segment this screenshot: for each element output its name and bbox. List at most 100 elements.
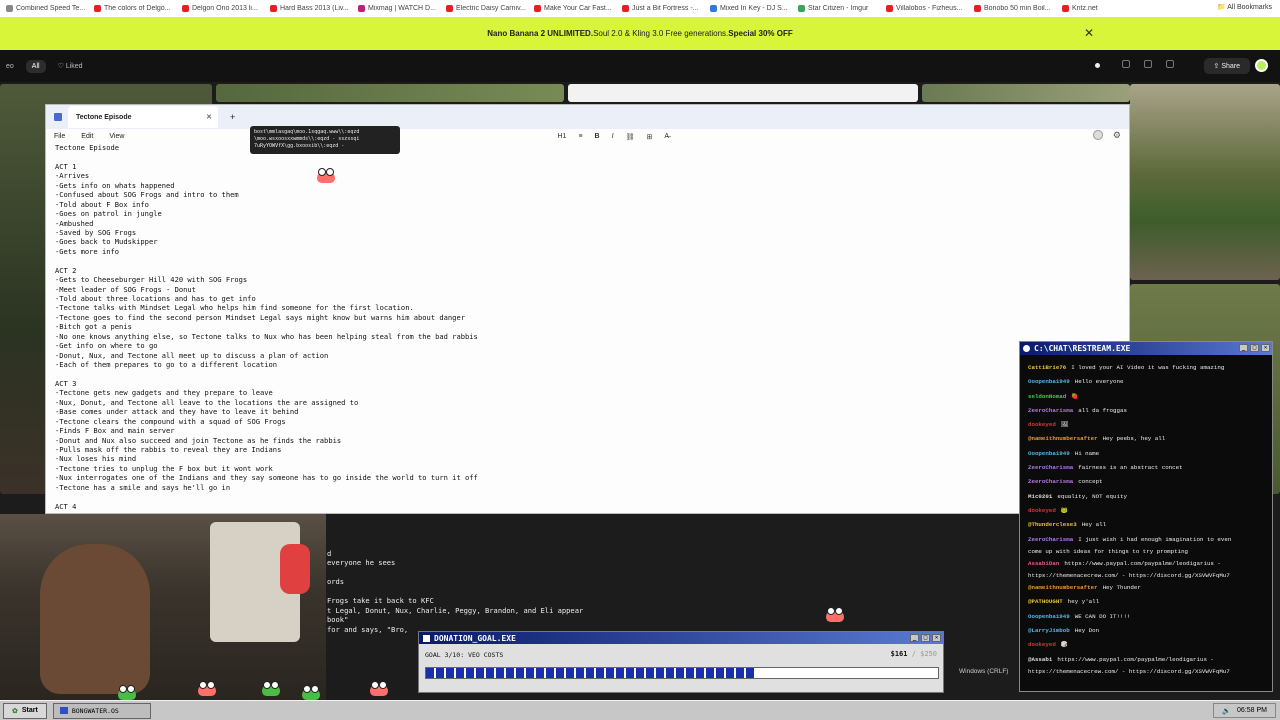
bookmark-item[interactable]: Make Your Car Fast...	[528, 5, 616, 12]
document-line: -Donut, Nux, and Tectone all meet up to …	[55, 350, 329, 360]
restream-icon	[1023, 345, 1030, 352]
heading-button[interactable]: H1	[558, 133, 567, 141]
chat-username[interactable]: AssabiDan	[1028, 560, 1059, 567]
document-line: -Ambushed	[55, 218, 94, 228]
bookmark-label: Electric Daisy Carniv...	[456, 5, 526, 12]
frog-sticker	[302, 685, 320, 700]
taskbar-item-label: BONGWATER.OS	[71, 706, 119, 715]
maximize-button[interactable]: □	[1250, 344, 1259, 352]
chat-username[interactable]: @nameithnumbersafter	[1028, 435, 1098, 442]
italic-icon[interactable]: I	[612, 133, 614, 141]
slider-knob[interactable]	[1095, 63, 1100, 68]
gallery-image[interactable]	[568, 84, 918, 102]
filter-liked[interactable]: ♡ Liked	[52, 59, 89, 73]
document-line: -No one knows anything else, so Tectone …	[55, 331, 478, 341]
goal-amount: $161 / $250	[891, 650, 937, 658]
bookmark-item[interactable]: Mixmag | WATCH D...	[352, 5, 440, 12]
bookmark-item[interactable]: Bonobo 50 min Boil...	[968, 5, 1056, 12]
clear-format-icon[interactable]: A̶	[664, 133, 669, 141]
grid-icon[interactable]	[1122, 60, 1130, 68]
chat-text: Hello everyone	[1074, 378, 1124, 386]
maximize-button[interactable]: □	[921, 634, 930, 642]
chat-title: C:\CHAT\RESTREAM.EXE	[1034, 344, 1131, 353]
avatar[interactable]	[1255, 59, 1268, 72]
list-icon[interactable]: ≡	[578, 133, 582, 141]
chat-username[interactable]: seldonNomad	[1028, 393, 1066, 400]
gallery-image[interactable]	[922, 84, 1130, 102]
close-icon[interactable]: ✕	[1084, 26, 1094, 40]
bookmark-item[interactable]: Star Citizen - Imgur	[792, 5, 880, 12]
minimize-button[interactable]: _	[910, 634, 919, 642]
minimize-button[interactable]: _	[1239, 344, 1248, 352]
chat-username[interactable]: Ooopenba1949	[1028, 613, 1070, 620]
taskbar-item-bongwater[interactable]: BONGWATER.OS	[52, 702, 151, 719]
document-line: Tectone Episode	[55, 143, 120, 152]
chat-username[interactable]: ZeeroCharisma	[1028, 478, 1073, 485]
table-icon[interactable]: ⊞	[646, 133, 652, 141]
chat-username[interactable]: @Thunderclese3	[1028, 521, 1077, 528]
chat-username[interactable]: @PATHOUGHT	[1028, 598, 1063, 605]
chat-messages[interactable]: CattiBrie76 I loved your AI Video it was …	[1020, 355, 1272, 683]
close-tab-icon[interactable]: ✕	[206, 113, 212, 121]
chat-username[interactable]: Ooopenba1949	[1028, 378, 1070, 385]
bookmark-item[interactable]: Villalobos - Fizheus...	[880, 5, 968, 12]
filter-all[interactable]: All	[25, 59, 46, 73]
new-tab-icon[interactable]: +	[230, 112, 235, 122]
bookmark-item[interactable]: Hard Bass 2013 (Liv...	[264, 5, 352, 12]
chat-text: I loved your AI Video it was fucking ama…	[1071, 364, 1225, 371]
bookmark-item[interactable]: Electric Daisy Carniv...	[440, 5, 528, 12]
bookmark-item[interactable]: Kritz.net	[1056, 5, 1144, 12]
menu-edit[interactable]: Edit	[81, 133, 93, 140]
bookmark-item[interactable]: The colors of Delgo...	[88, 5, 176, 12]
chat-text: 🐸	[1060, 506, 1069, 514]
chat-username[interactable]: @nameithnumbersafter	[1028, 584, 1098, 591]
document-text[interactable]: Tectone Episode ACT 1 -Arrives -Gets info o…	[55, 143, 478, 511]
chat-message: dookeyed 🎲	[1028, 638, 1264, 652]
document-line: -Nux interrogates one of the Indians and…	[55, 473, 478, 483]
chat-username[interactable]: ZeeroCharisma	[1028, 536, 1073, 543]
filter-video[interactable]: eo	[0, 60, 20, 73]
menu-view[interactable]: View	[109, 133, 124, 140]
bookmark-item[interactable]: Combined Speed Te...	[0, 5, 88, 12]
profile-icon[interactable]	[1093, 130, 1103, 140]
document-line: ACT 3	[55, 378, 77, 388]
chat-text: Hi name	[1074, 449, 1100, 457]
share-button[interactable]: ⇪ Share	[1203, 58, 1250, 74]
all-bookmarks-button[interactable]: 📁 All Bookmarks	[1210, 3, 1272, 11]
speaker-icon[interactable]: 🔊	[1222, 707, 1231, 715]
layout-icon[interactable]	[1144, 60, 1152, 68]
chat-username[interactable]: @Assabi	[1028, 656, 1052, 663]
bookmark-favicon	[182, 5, 189, 12]
chat-username[interactable]: dookeyed	[1028, 421, 1056, 428]
webcam-feed	[0, 514, 326, 700]
tooltip-line: \moo.wsxoosxxwmmds\\:eqzd - sszxsqi	[254, 136, 360, 142]
gear-icon[interactable]: ⚙	[1113, 130, 1121, 141]
menu-file[interactable]: File	[54, 133, 65, 140]
link-icon[interactable]: ⛓	[626, 133, 635, 141]
view-icon[interactable]	[1166, 60, 1174, 68]
chat-username[interactable]: ZeeroCharisma	[1028, 464, 1073, 471]
chat-username[interactable]: dookeyed	[1028, 507, 1056, 514]
bookmark-item[interactable]: Mixed In Key - DJ S...	[704, 5, 792, 12]
chat-text-continued: come up with ideas for things to try pro…	[1028, 547, 1189, 555]
gallery-image[interactable]	[216, 84, 564, 102]
document-line: everyone he sees	[327, 558, 396, 568]
filter-liked-label: Liked	[65, 63, 83, 70]
chat-username[interactable]: ZeeroCharisma	[1028, 407, 1073, 414]
start-button[interactable]: ✿ Start	[3, 702, 47, 719]
document-line: -Tectone gets new gadgets and they prepa…	[55, 388, 273, 398]
chat-username[interactable]: dookeyed	[1028, 641, 1056, 648]
chat-message: Ooopenba1949 Hello everyone	[1028, 375, 1264, 389]
bookmark-item[interactable]: Delgon Ono 2013 li...	[176, 5, 264, 12]
bookmark-item[interactable]: Just a Bit Fortress -...	[616, 5, 704, 12]
close-button[interactable]: ✕	[932, 634, 941, 642]
gallery-image[interactable]	[1130, 84, 1280, 280]
chat-username[interactable]: @LarryJimbob	[1028, 627, 1070, 634]
chat-username[interactable]: CattiBrie76	[1028, 364, 1066, 371]
chat-username[interactable]: Ooopenba1949	[1028, 450, 1070, 457]
bold-icon[interactable]: B	[595, 133, 600, 141]
chat-username[interactable]: Mic0201	[1028, 493, 1052, 500]
close-button[interactable]: ✕	[1261, 344, 1270, 352]
promo-brand: Nano Banana 2 UNLIMITED.	[487, 29, 594, 38]
tab-tectone-episode[interactable]: Tectone Episode ✕	[68, 106, 218, 128]
